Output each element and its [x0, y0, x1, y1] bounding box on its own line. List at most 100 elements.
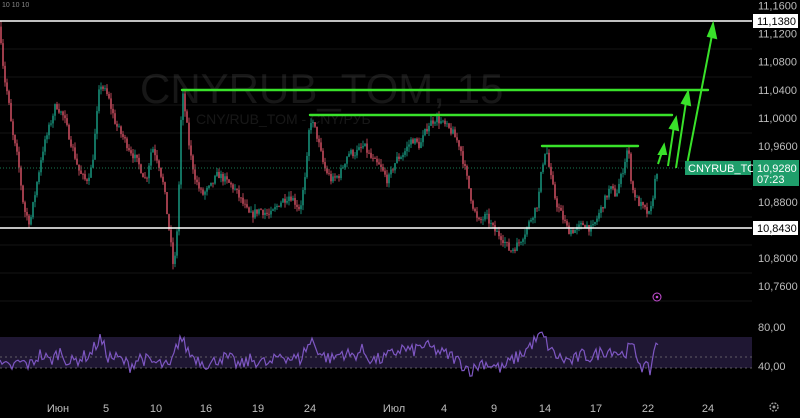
candle-body — [506, 241, 508, 243]
price-chart[interactable]: CNYRUB_TOM, 15 CNY/RUB_TOM - CNY/РУБ 10 … — [0, 0, 800, 418]
candle-body — [42, 151, 44, 161]
candle-body — [528, 221, 530, 228]
candle-body — [618, 183, 620, 194]
candle-body — [130, 150, 132, 154]
candle-body — [188, 122, 190, 146]
candle-body — [48, 124, 50, 136]
candle-body — [234, 188, 236, 190]
candle-body — [10, 102, 12, 122]
candle-body — [108, 94, 110, 99]
candle-body — [44, 139, 46, 152]
candle-body — [622, 173, 624, 175]
candle-body — [240, 197, 242, 199]
candle-body — [604, 195, 606, 209]
candle-body — [378, 162, 380, 165]
price-tick-label: 10,8800 — [758, 197, 798, 209]
rsi-tick-label: 40,00 — [758, 361, 786, 373]
candle-body — [28, 215, 30, 225]
candle-body — [612, 186, 614, 189]
candle-body — [426, 128, 428, 132]
candle-body — [598, 212, 600, 219]
candle-body — [242, 197, 244, 204]
candle-body — [324, 162, 326, 169]
time-tick-label: 4 — [441, 403, 447, 415]
candle-body — [132, 153, 134, 159]
candle-body — [554, 184, 556, 199]
candle-body — [32, 202, 34, 218]
time-tick-label: 5 — [103, 403, 109, 415]
candle-body — [254, 209, 256, 218]
candle-body — [532, 217, 534, 221]
candle-body — [408, 144, 410, 147]
candle-body — [224, 176, 226, 182]
candle-body — [206, 187, 208, 192]
candle-body — [620, 174, 622, 184]
candle-body — [2, 43, 4, 66]
price-tick-label: 11,0000 — [758, 113, 797, 125]
candle-body — [484, 213, 486, 220]
candle-body — [294, 198, 296, 205]
candle-body — [382, 166, 384, 171]
candle-body — [572, 229, 574, 234]
candle-body — [156, 155, 158, 161]
candle-body — [520, 241, 522, 243]
candle-body — [368, 152, 370, 154]
candle-body — [6, 82, 8, 92]
candle-body — [282, 198, 284, 203]
candle-body — [496, 231, 498, 232]
candle-body — [124, 136, 126, 139]
candle-body — [580, 222, 582, 225]
candle-body — [222, 173, 224, 182]
candle-body — [402, 154, 404, 158]
candle-body — [362, 146, 364, 148]
candle-body — [172, 242, 174, 264]
candle-body — [274, 207, 276, 210]
candle-body — [258, 209, 260, 214]
candle-body — [486, 213, 488, 215]
candle-body — [268, 213, 270, 215]
candle-body — [432, 120, 434, 124]
candle-body — [176, 231, 178, 256]
candle-body — [534, 207, 536, 218]
candle-body — [428, 125, 430, 132]
time-tick-label: Июл — [383, 403, 405, 415]
candle-body — [90, 167, 92, 178]
candle-body — [346, 156, 348, 164]
candle-body — [92, 159, 94, 168]
time-tick-label: Июн — [47, 403, 69, 415]
candle-body — [596, 218, 598, 223]
time-tick-label: 16 — [200, 403, 212, 415]
candle-body — [490, 223, 492, 224]
candle-body — [18, 151, 20, 168]
candle-body — [602, 207, 604, 209]
candle-body — [444, 120, 446, 125]
candle-body — [502, 240, 504, 243]
candle-body — [516, 242, 518, 251]
candle-body — [300, 205, 302, 210]
candle-body — [388, 174, 390, 184]
candle-body — [566, 221, 568, 226]
candle-body — [530, 220, 532, 222]
candle-body — [422, 135, 424, 143]
candle-body — [330, 174, 332, 182]
candle-body — [290, 196, 292, 201]
candle-body — [76, 158, 78, 165]
candle-body — [560, 207, 562, 211]
candle-body — [472, 200, 474, 209]
candle-body — [104, 88, 106, 90]
candle-body — [46, 135, 48, 140]
candle-body — [548, 152, 550, 167]
candle-body — [352, 150, 354, 157]
candle-body — [118, 126, 120, 128]
candle-body — [248, 207, 250, 213]
candle-body — [392, 169, 394, 171]
candle-body — [174, 255, 176, 264]
candle-body — [16, 143, 18, 152]
candle-body — [338, 176, 340, 179]
candle-body — [452, 129, 454, 134]
time-tick-label: 24 — [702, 403, 714, 415]
candle-body — [198, 182, 200, 189]
candle-body — [284, 198, 286, 203]
candle-body — [398, 156, 400, 159]
candle-body — [202, 189, 204, 195]
